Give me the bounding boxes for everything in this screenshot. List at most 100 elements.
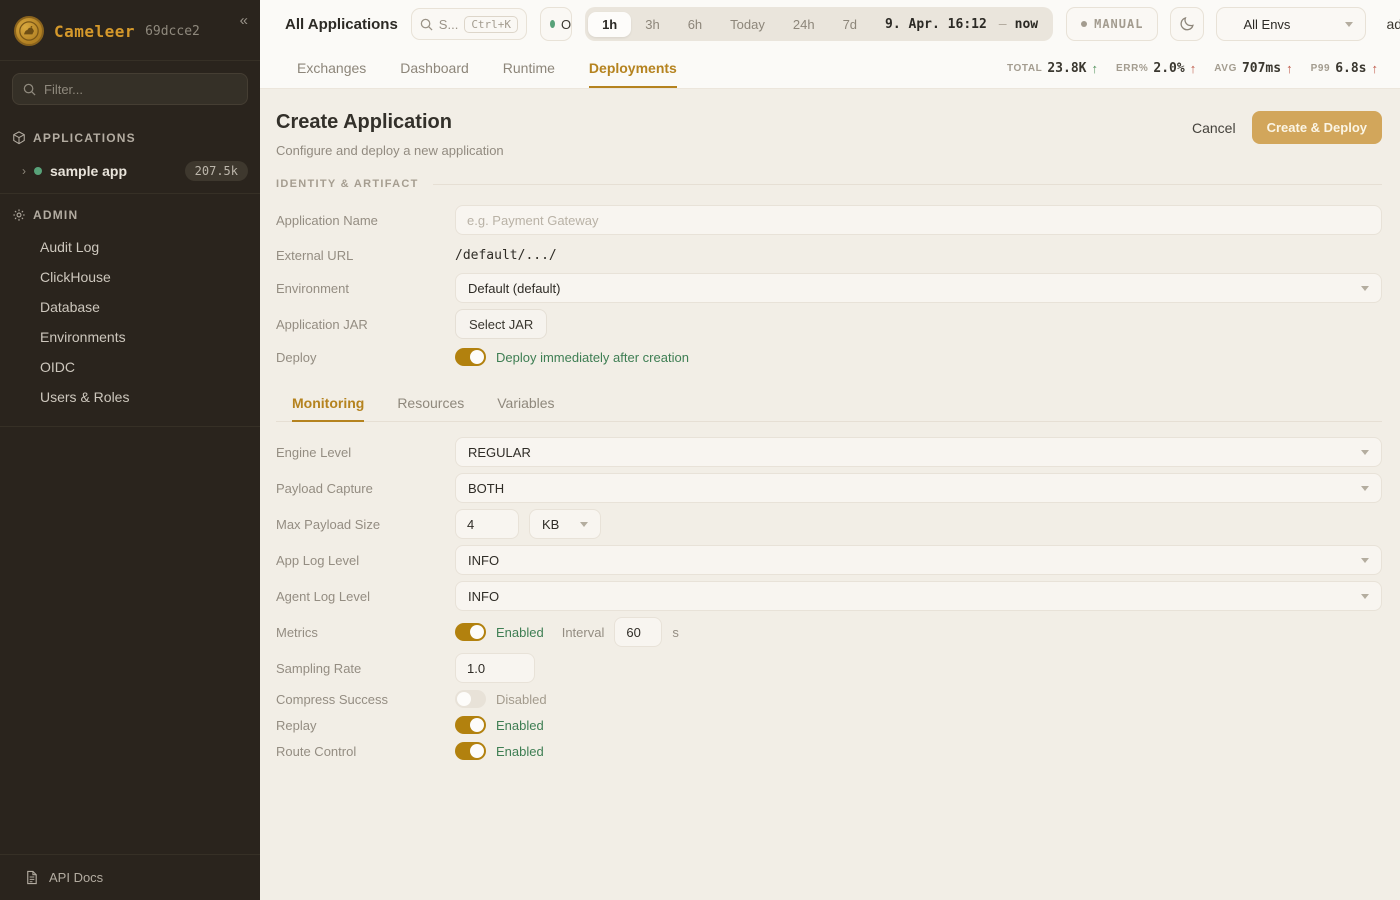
global-search-input[interactable]: S... Ctrl+K [411,8,527,40]
brand-row: Cameleer 69dcce2 « [0,0,260,61]
route-control-state-label: Enabled [496,744,544,759]
tab-deployments[interactable]: Deployments [589,48,677,88]
chevron-down-icon [580,522,588,527]
online-status-button[interactable]: O [540,7,572,41]
sidebar-filter-input[interactable]: Filter... [12,73,248,105]
sidebar-item-oidc[interactable]: OIDC [0,352,260,382]
max-payload-size-input[interactable] [455,509,519,539]
admin-section-header: ADMIN [12,208,248,222]
stat-total: TOTAL 23.8K ↑ [1007,61,1098,76]
date-range-from[interactable]: 9. Apr. 16:12 [871,17,995,32]
metrics-toggle[interactable] [455,623,486,641]
date-range-separator: – [995,17,1011,32]
application-name-input[interactable] [455,205,1382,235]
metrics-label: Metrics [276,625,455,640]
replay-toggle[interactable] [455,716,486,734]
application-jar-label: Application JAR [276,317,455,332]
interval-input[interactable] [614,617,662,647]
filter-placeholder: Filter... [44,82,83,97]
sidebar-item-api-docs[interactable]: API Docs [0,854,260,900]
chevron-down-icon [1345,22,1353,27]
deploy-toggle-label: Deploy immediately after creation [496,350,689,365]
document-icon [24,870,39,885]
sampling-rate-input[interactable] [455,653,535,683]
online-text: O [561,17,571,32]
chevron-down-icon [1361,286,1369,291]
replay-state-label: Enabled [496,718,544,733]
sidebar-collapse-icon[interactable]: « [240,12,248,29]
sidebar-item-clickhouse[interactable]: ClickHouse [0,262,260,292]
deploy-toggle[interactable] [455,348,486,366]
create-deploy-button[interactable]: Create & Deploy [1252,111,1382,144]
sidebar-item-users-roles[interactable]: Users & Roles [0,382,260,412]
environment-label: Environment [276,281,455,296]
time-range-6h[interactable]: 6h [674,12,716,37]
sampling-rate-label: Sampling Rate [276,661,455,676]
date-range-to[interactable]: now [1011,17,1050,32]
replay-label: Replay [276,718,455,733]
cancel-button[interactable]: Cancel [1192,120,1236,136]
search-shortcut-kbd: Ctrl+K [464,16,518,33]
sidebar-item-sample-app[interactable]: › sample app 207.5k [0,151,260,193]
select-jar-button[interactable]: Select JAR [455,309,547,339]
payload-capture-label: Payload Capture [276,481,455,496]
create-application-page: Create Application Configure and deploy … [260,89,1400,900]
tab-variables[interactable]: Variables [497,386,554,422]
chevron-down-icon [1361,558,1369,563]
manual-refresh-button[interactable]: MANUAL [1066,7,1158,41]
time-range-1h[interactable]: 1h [588,12,631,37]
sidebar-item-database[interactable]: Database [0,292,260,322]
chevron-down-icon [1361,486,1369,491]
identity-section-title: IDENTITY & ARTIFACT [276,178,419,190]
sidebar-item-audit-log[interactable]: Audit Log [0,232,260,262]
search-icon [420,18,433,31]
page-title: Create Application [276,111,504,134]
time-range-segmented-control: 1h 3h 6h Today 24h 7d 9. Apr. 16:12 – no… [585,7,1053,41]
sidebar: Cameleer 69dcce2 « Filter... APPLICATION… [0,0,260,900]
compress-success-state-label: Disabled [496,692,547,707]
engine-level-select[interactable]: REGULAR [455,437,1382,467]
agent-log-level-select[interactable]: INFO [455,581,1382,611]
tab-runtime[interactable]: Runtime [503,48,555,88]
section-divider [433,184,1382,185]
interval-label: Interval [562,625,605,640]
chevron-right-icon[interactable]: › [22,164,26,178]
max-payload-size-label: Max Payload Size [276,517,455,532]
app-log-level-label: App Log Level [276,553,455,568]
trend-up-icon: ↑ [1190,61,1197,76]
deploy-label: Deploy [276,350,455,365]
trend-up-icon: ↑ [1372,61,1379,76]
payload-capture-select[interactable]: BOTH [455,473,1382,503]
compress-success-label: Compress Success [276,692,455,707]
metrics-state-label: Enabled [496,625,544,640]
external-url-value: /default/.../ [455,248,557,263]
tab-resources[interactable]: Resources [397,386,464,422]
sidebar-item-environments[interactable]: Environments [0,322,260,352]
cameleer-logo-icon [14,16,44,46]
time-range-3h[interactable]: 3h [631,12,673,37]
search-icon [23,83,36,96]
route-control-toggle[interactable] [455,742,486,760]
tab-dashboard[interactable]: Dashboard [400,48,469,88]
topbar: All Applications S... Ctrl+K O 1h 3h 6h … [260,0,1400,48]
time-range-today[interactable]: Today [716,12,779,37]
compress-success-toggle[interactable] [455,690,486,708]
application-name-label: Application Name [276,213,455,228]
stats-row: TOTAL 23.8K ↑ ERR% 2.0% ↑ AVG 707ms ↑ P9… [1007,48,1378,88]
cube-icon [12,131,26,145]
dark-mode-toggle-button[interactable] [1170,7,1204,41]
time-range-24h[interactable]: 24h [779,12,829,37]
status-dot-green [34,167,42,175]
max-payload-unit-select[interactable]: KB [529,509,601,539]
manual-dot-icon [1081,21,1087,27]
agent-log-level-label: Agent Log Level [276,589,455,604]
app-name: sample app [50,163,177,179]
environment-select[interactable]: All Envs [1216,7,1366,41]
time-range-7d[interactable]: 7d [829,12,871,37]
environment-form-select[interactable]: Default (default) [455,273,1382,303]
app-log-level-select[interactable]: INFO [455,545,1382,575]
interval-unit: s [672,625,679,640]
tab-monitoring[interactable]: Monitoring [292,386,364,422]
page-subtitle: Configure and deploy a new application [276,143,504,158]
tab-exchanges[interactable]: Exchanges [297,48,366,88]
